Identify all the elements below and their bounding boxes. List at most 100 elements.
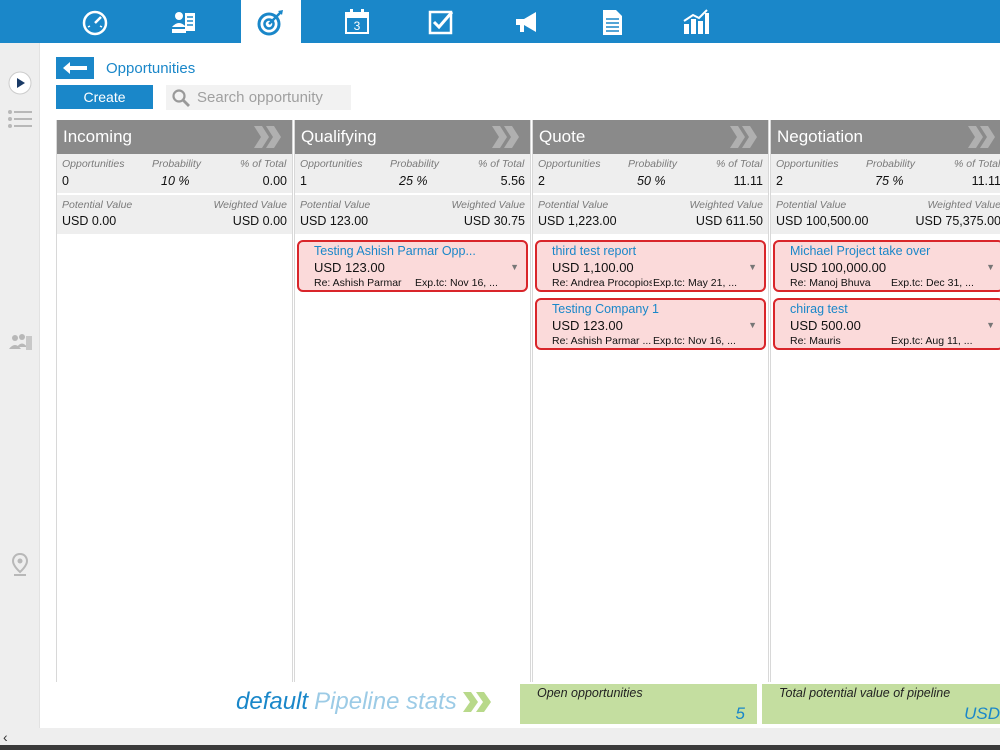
total-value-label: Total potential value of pipeline <box>779 686 951 700</box>
card-dropdown-icon[interactable]: ▼ <box>748 320 757 330</box>
nav-opportunities[interactable] <box>241 0 301 43</box>
opportunity-title[interactable]: third test report <box>552 244 752 258</box>
opportunity-amount: USD 123.00 <box>314 260 385 275</box>
opportunity-title[interactable]: Michael Project take over <box>790 244 990 258</box>
column-quote: Quote Opportunities Probability % of Total 2… <box>532 120 769 682</box>
opportunity-amount: USD 100,000.00 <box>790 260 887 275</box>
pct-total-value: 5.56 <box>500 174 525 188</box>
total-value-value: USD <box>964 704 1000 723</box>
opportunity-title[interactable]: Testing Ashish Parmar Opp... <box>314 244 514 258</box>
scroll-left-icon[interactable]: ‹ <box>3 729 8 745</box>
nav-campaigns[interactable] <box>497 0 557 43</box>
probability-value: 50 % <box>637 174 666 188</box>
search-box[interactable] <box>166 85 351 110</box>
potential-value: USD 1,223.00 <box>538 214 617 228</box>
open-opportunities-label: Open opportunities <box>537 686 643 700</box>
potential-value-label: Potential Value <box>776 199 847 211</box>
column-stats: Opportunities Probability % of Total 0 10 % 0… <box>57 154 292 234</box>
column-header[interactable]: Qualifying <box>295 120 530 154</box>
column-title: Qualifying <box>301 127 377 146</box>
pct-total-value: 0.00 <box>262 174 287 188</box>
list-icon <box>8 110 32 128</box>
column-header[interactable]: Negotiation <box>771 120 1000 154</box>
opportunity-title[interactable]: Testing Company 1 <box>552 302 752 316</box>
pct-total-value: 11.11 <box>733 174 763 188</box>
app-root: 3 Opportunities Create Search opportunit… <box>0 0 1000 750</box>
potential-value-label: Potential Value <box>538 199 609 211</box>
search-input[interactable] <box>197 89 347 106</box>
opportunity-card[interactable]: chirag test USD 500.00 Re: Mauris Exp.tc: A… <box>773 298 1000 350</box>
weighted-value-label: Weighted Value <box>213 199 287 211</box>
opportunity-card[interactable]: Testing Company 1 USD 123.00 Re: Ashish Pa… <box>535 298 766 350</box>
back-button[interactable] <box>56 57 94 79</box>
weighted-value-label: Weighted Value <box>927 199 1000 211</box>
total-value-box: Total potential value of pipeline USD <box>762 684 1000 724</box>
documents-icon <box>603 9 622 35</box>
column-stats: Opportunities Probability % of Total 2 50 % 1… <box>533 154 768 234</box>
page-title: Opportunities <box>106 60 196 77</box>
nav-tasks[interactable] <box>411 0 471 43</box>
column-header[interactable]: Incoming <box>57 120 292 154</box>
team-button[interactable] <box>6 328 34 356</box>
opportunity-card[interactable]: Testing Ashish Parmar Opp... USD 123.00 Re… <box>297 240 528 292</box>
opportunity-amount: USD 1,100.00 <box>552 260 634 275</box>
pipeline-stats-label: default Pipeline stats <box>236 688 495 716</box>
nav-calendar[interactable]: 3 <box>327 0 387 43</box>
column-title: Negotiation <box>777 127 864 146</box>
column-title: Incoming <box>63 127 132 146</box>
nav-contacts[interactable] <box>153 0 213 43</box>
opportunity-amount: USD 123.00 <box>552 318 623 333</box>
opportunities-count: 2 <box>538 174 545 188</box>
probability-value: 75 % <box>875 174 904 188</box>
card-dropdown-icon[interactable]: ▼ <box>510 262 519 272</box>
open-opportunities-box: Open opportunities 5 <box>520 684 757 724</box>
card-dropdown-icon[interactable]: ▼ <box>986 262 995 272</box>
probability-value: 25 % <box>399 174 428 188</box>
campaigns-megaphone-icon <box>516 11 536 32</box>
card-dropdown-icon[interactable]: ▼ <box>986 320 995 330</box>
team-icon <box>9 334 32 350</box>
location-button[interactable] <box>6 551 34 579</box>
left-rail <box>0 43 40 750</box>
weighted-value: USD 0.00 <box>232 214 287 228</box>
calendar-day-text: 3 <box>354 19 361 33</box>
weighted-value-label: Weighted Value <box>451 199 525 211</box>
column-stats: Opportunities Probability % of Total 1 25 % 5… <box>295 154 530 234</box>
card-list: third test report USD 1,100.00 Re: Andrea … <box>533 234 768 350</box>
card-list: Michael Project take over USD 100,000.00 R… <box>771 234 1000 350</box>
contacts-icon <box>172 11 195 33</box>
card-dropdown-icon[interactable]: ▼ <box>748 262 757 272</box>
opportunities-count: 2 <box>776 174 783 188</box>
calendar-icon: 3 <box>345 8 369 34</box>
nav-reports[interactable] <box>666 0 726 43</box>
opportunity-amount: USD 500.00 <box>790 318 861 333</box>
opportunities-count: 1 <box>300 174 307 188</box>
column-header[interactable]: Quote <box>533 120 768 154</box>
nav-dashboard[interactable] <box>65 0 125 43</box>
opportunity-contact: Re: Andrea Procopios <box>552 277 652 289</box>
opportunities-target-icon <box>257 9 283 35</box>
weighted-value: USD 30.75 <box>463 214 525 228</box>
open-opportunities-value: 5 <box>735 704 745 723</box>
pct-total-label: % of Total <box>240 158 287 170</box>
opportunity-card[interactable]: third test report USD 1,100.00 Re: Andrea … <box>535 240 766 292</box>
opportunity-card[interactable]: Michael Project take over USD 100,000.00 R… <box>773 240 1000 292</box>
top-navigation: 3 <box>0 0 1000 43</box>
stats-divider <box>57 193 292 195</box>
opportunity-expected-close: Exp.tc: Aug 11, ... <box>891 335 973 347</box>
location-pin-icon <box>11 552 29 576</box>
probability-label: Probability <box>390 158 440 170</box>
double-chevron-right-icon <box>462 692 491 712</box>
opportunity-title[interactable]: chirag test <box>790 302 990 316</box>
double-chevron-right-icon <box>730 126 757 148</box>
opportunity-expected-close: Exp.tc: Nov 16, ... <box>653 335 736 347</box>
list-view-button[interactable] <box>6 105 34 133</box>
opportunity-expected-close: Exp.tc: Dec 31, ... <box>891 277 974 289</box>
pipeline-stats-text: Pipeline stats <box>314 688 457 715</box>
nav-documents[interactable] <box>582 0 642 43</box>
dashboard-icon <box>82 10 108 35</box>
probability-label: Probability <box>152 158 202 170</box>
expand-button[interactable] <box>6 69 34 97</box>
create-button[interactable]: Create <box>56 85 153 109</box>
pct-total-label: % of Total <box>954 158 1000 170</box>
